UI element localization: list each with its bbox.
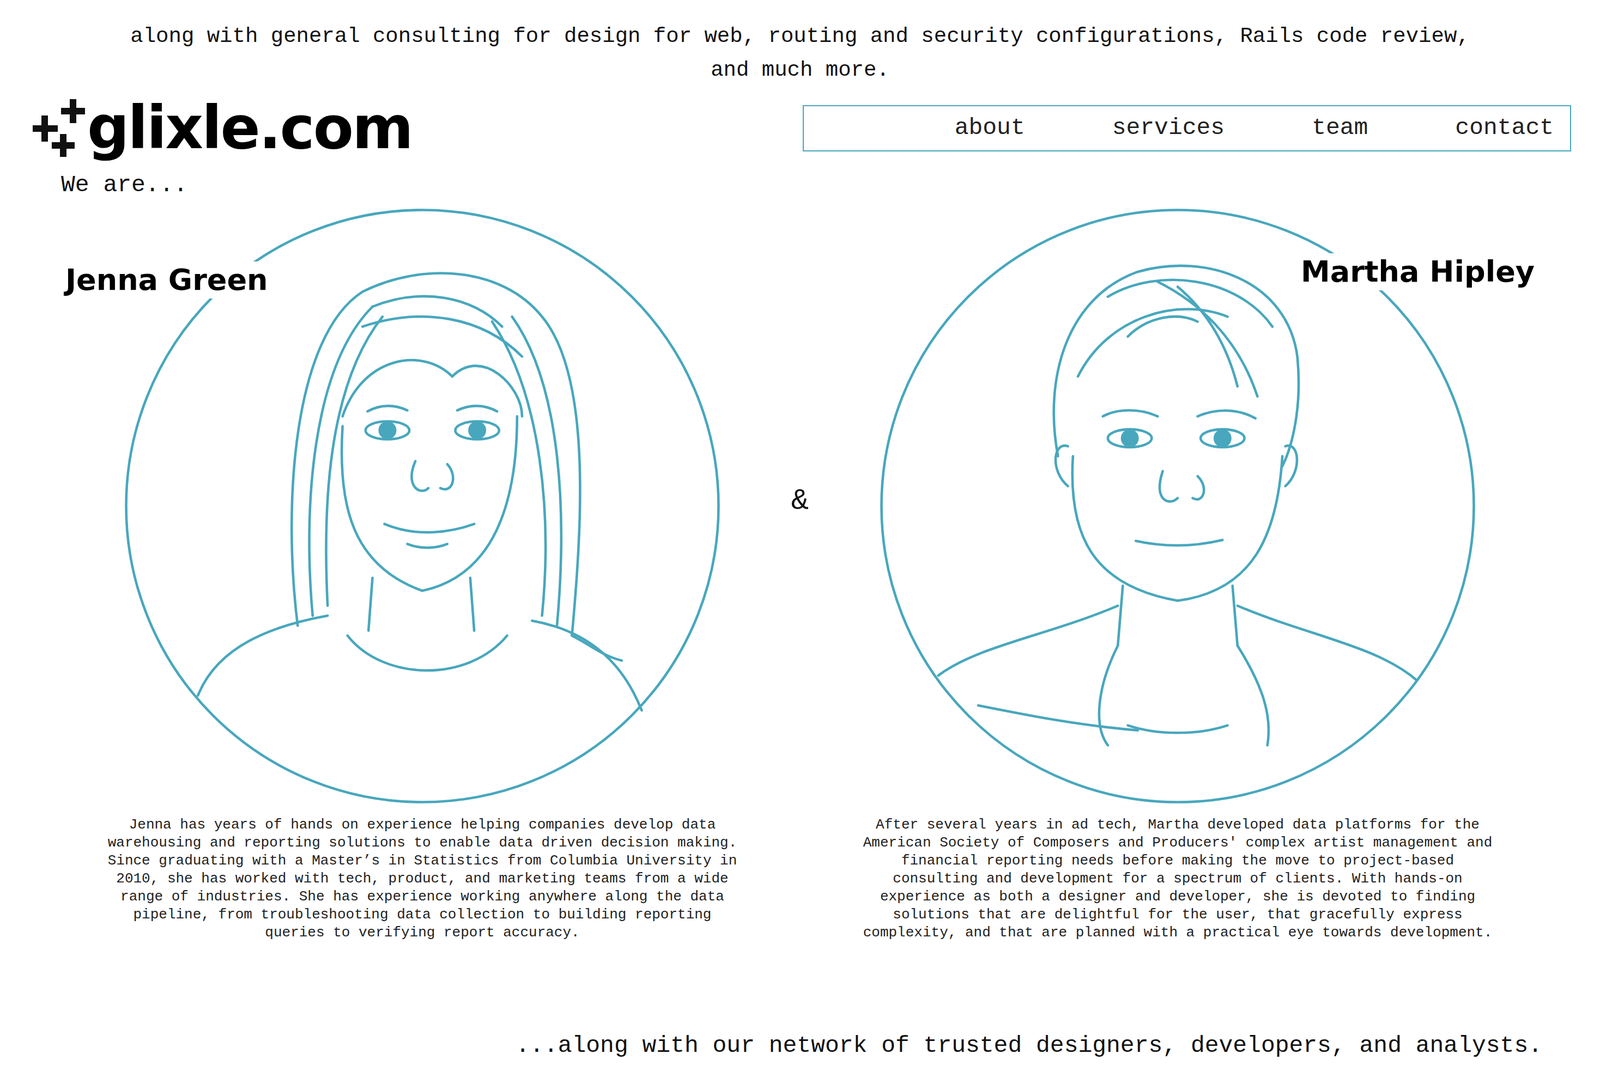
nav-item[interactable]: about	[954, 111, 1026, 145]
member-name: Martha Hipley	[1296, 253, 1539, 291]
portrait: Martha Hipley	[816, 207, 1539, 806]
team-row: Jenna Green Jenna has years of hands on e…	[0, 207, 1600, 943]
top-text: along with general consulting for design…	[0, 19, 1600, 88]
nav-bar: about services team contact	[802, 105, 1572, 152]
member-bio: Jenna has years of hands on experience h…	[106, 816, 739, 943]
header: glixle.com about services team contact	[0, 87, 1600, 169]
member-name: Jenna Green	[61, 261, 273, 299]
intro-text: We are...	[0, 168, 1600, 202]
nav-item[interactable]: contact	[1455, 111, 1554, 145]
portrait: Jenna Green	[61, 207, 784, 806]
team-member: Jenna Green Jenna has years of hands on e…	[61, 207, 784, 943]
footer-text: ...along with our network of trusted des…	[0, 1029, 1600, 1063]
logo[interactable]: glixle.com	[32, 87, 412, 169]
team-member: Martha Hipley After several years in ad t…	[816, 207, 1539, 943]
nav-item[interactable]: services	[1112, 111, 1225, 145]
page: along with general consulting for design…	[0, 0, 1600, 1084]
member-bio: After several years in ad tech, Martha d…	[861, 816, 1494, 943]
nav-item[interactable]: team	[1311, 111, 1368, 145]
logo-plus-icon	[32, 98, 86, 159]
martha-portrait-icon	[878, 207, 1477, 806]
separator: &	[783, 207, 817, 943]
